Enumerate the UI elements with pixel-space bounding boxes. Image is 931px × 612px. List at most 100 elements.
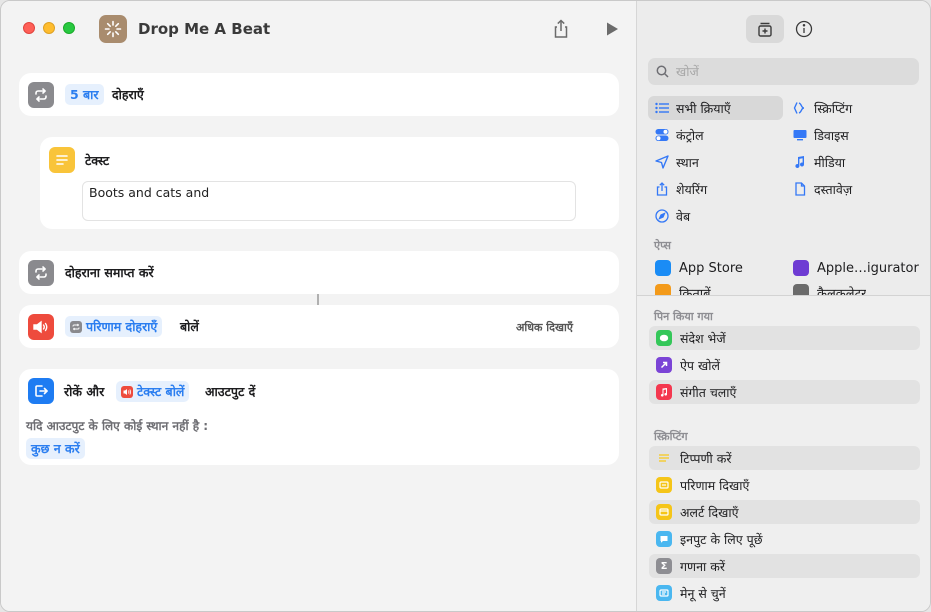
app-label: Apple…igurator [817, 260, 919, 276]
category-location[interactable]: स्थान [654, 150, 699, 174]
speak-text-token-label: टेक्स्ट बोलें [137, 384, 185, 399]
music-note-icon [792, 154, 808, 170]
end-repeat-label: दोहराना समाप्त करें [65, 265, 154, 280]
category-sharing[interactable]: शेयरिंग [654, 177, 707, 201]
pinned-send-message[interactable]: संदेश भेजें [649, 326, 920, 350]
close-window-button[interactable] [23, 22, 35, 34]
category-label: स्थान [676, 154, 699, 170]
ask-input-icon [656, 531, 672, 547]
category-label: कंट्रोल [676, 127, 704, 143]
do-nothing-token[interactable]: कुछ न करें [26, 438, 85, 459]
app-item-calculator[interactable]: कैलकुलेटर [793, 284, 866, 295]
category-media[interactable]: मीडिया [792, 150, 845, 174]
play-icon[interactable] [603, 20, 621, 38]
category-label: डिवाइस [814, 127, 849, 143]
scripting-icon [792, 100, 808, 116]
stop-output-action[interactable]: रोकें और टेक्स्ट बोलें आउटपुट दें यदि आउ… [19, 369, 619, 465]
exit-icon [28, 378, 54, 404]
end-repeat-action[interactable]: दोहराना समाप्त करें [19, 251, 619, 294]
item-label: संगीत चलाएँ [680, 384, 737, 400]
speak-text-token[interactable]: टेक्स्ट बोलें [116, 381, 190, 402]
app-store-icon [655, 260, 671, 276]
flow-connector [317, 294, 319, 305]
library-tab[interactable] [746, 15, 784, 43]
app-item-app-store[interactable]: App Store [655, 257, 743, 279]
repeat-label: दोहराएँ [112, 87, 144, 102]
zoom-window-button[interactable] [63, 22, 75, 34]
item-label: ऐप खोलें [680, 357, 720, 373]
scripting-choose-from-menu[interactable]: मेनू से चुनें [649, 581, 920, 605]
search-field[interactable]: खोजें [648, 58, 919, 85]
category-label: सभी क्रियाएँ [676, 100, 731, 116]
category-documents[interactable]: दस्तावेज़ [792, 177, 852, 201]
share-icon[interactable] [550, 18, 572, 40]
category-device[interactable]: डिवाइस [792, 123, 849, 147]
scripting-show-alert[interactable]: अलर्ट दिखाएँ [649, 500, 920, 524]
output-label: आउटपुट दें [205, 384, 256, 399]
text-icon [49, 147, 75, 173]
speaker-icon [28, 314, 54, 340]
item-label: इनपुट के लिए पूछें [680, 531, 763, 547]
app-label: किताबें [679, 287, 711, 295]
share-icon [654, 181, 670, 197]
text-content-field[interactable]: Boots and cats and [82, 181, 576, 221]
category-label: वेब [676, 208, 691, 224]
scripting-calculate[interactable]: Σ गणना करें [649, 554, 920, 578]
category-web[interactable]: वेब [654, 204, 690, 228]
info-tab[interactable] [785, 15, 823, 43]
app-label: App Store [679, 260, 743, 276]
document-icon [792, 181, 808, 197]
category-label: दस्तावेज़ [814, 181, 853, 197]
category-all-actions[interactable]: सभी क्रियाएँ [648, 96, 783, 120]
alert-icon [656, 504, 672, 520]
action-library-sidebar: खोजें सभी क्रियाएँ स्क्रिप्टिंग कंट्रोल … [636, 1, 930, 611]
app-item-books[interactable]: किताबें [655, 284, 711, 295]
repeat-results-token-label: परिणाम दोहराएँ [86, 319, 158, 334]
search-icon [656, 65, 669, 78]
menu-icon [656, 585, 672, 601]
item-label: संदेश भेजें [680, 330, 726, 346]
scripting-show-result[interactable]: परिणाम दिखाएँ [649, 473, 920, 497]
info-icon [795, 20, 813, 38]
open-app-arrow-icon [656, 357, 672, 373]
category-scripting[interactable]: स्क्रिप्टिंग [792, 96, 852, 120]
shortcut-icon[interactable] [99, 15, 127, 43]
text-action[interactable]: टेक्स्ट Boots and cats and [40, 137, 619, 229]
pinned-open-app[interactable]: ऐप खोलें [649, 353, 920, 377]
scripting-section-header: स्क्रिप्टिंग [654, 430, 688, 443]
repeat-count-token[interactable]: 5 बार [65, 84, 104, 105]
category-label: स्क्रिप्टिंग [814, 100, 853, 116]
sigma-icon: Σ [656, 558, 672, 574]
repeat-results-token[interactable]: परिणाम दोहराएँ [65, 316, 163, 337]
calculator-icon [793, 284, 809, 295]
no-output-condition: यदि आउटपुट के लिए कोई स्थान नहीं है : [26, 419, 209, 433]
app-item-apple-configurator[interactable]: Apple…igurator [793, 257, 919, 279]
item-label: मेनू से चुनें [680, 585, 726, 601]
toggle-icon [654, 127, 670, 143]
comment-lines-icon [656, 450, 672, 466]
scripting-ask-for-input[interactable]: इनपुट के लिए पूछें [649, 527, 920, 551]
repeat-action[interactable]: 5 बार दोहराएँ [19, 73, 619, 116]
library-add-icon [758, 22, 772, 37]
scripting-comment[interactable]: टिप्पणी करें [649, 446, 920, 470]
item-label: परिणाम दिखाएँ [680, 477, 750, 493]
text-label: टेक्स्ट [85, 153, 110, 168]
speak-action[interactable]: परिणाम दोहराएँ बोलें अधिक दिखाएँ [19, 305, 619, 348]
shortcut-title[interactable]: Drop Me A Beat [138, 20, 270, 38]
pinned-play-music[interactable]: संगीत चलाएँ [649, 380, 920, 404]
apps-section-header: ऐप्स [654, 239, 671, 252]
shortcuts-window: Drop Me A Beat 5 बार दोहराएँ टेक्स्ट Boo… [0, 0, 931, 612]
show-result-icon [656, 477, 672, 493]
search-placeholder: खोजें [676, 64, 699, 79]
apple-configurator-icon [793, 260, 809, 276]
editor-pane: Drop Me A Beat 5 बार दोहराएँ टेक्स्ट Boo… [1, 1, 636, 611]
repeat-icon [28, 260, 54, 286]
show-more-button[interactable]: अधिक दिखाएँ [516, 320, 573, 335]
books-icon [655, 284, 671, 295]
minimize-window-button[interactable] [43, 22, 55, 34]
category-control[interactable]: कंट्रोल [654, 123, 704, 147]
title-bar: Drop Me A Beat [1, 1, 636, 57]
speaker-small-icon [121, 385, 133, 398]
suggested-actions-list: पिन किया गया संदेश भेजें ऐप खोलें संगीत … [637, 296, 930, 611]
item-label: अलर्ट दिखाएँ [680, 504, 739, 520]
